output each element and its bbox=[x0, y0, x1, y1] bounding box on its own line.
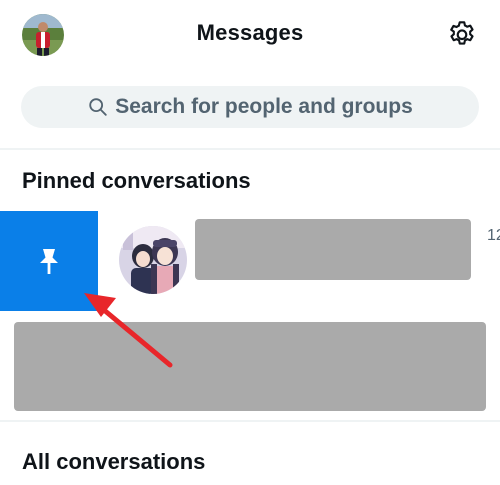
settings-button[interactable] bbox=[446, 19, 478, 51]
pin-icon bbox=[40, 249, 58, 274]
redacted-conversation-preview bbox=[14, 322, 486, 411]
search-input[interactable]: Search for people and groups bbox=[21, 86, 479, 128]
gear-icon bbox=[450, 21, 474, 45]
redacted-conversation-name bbox=[195, 219, 471, 280]
pin-conversation-button[interactable] bbox=[0, 211, 98, 311]
conversation-timestamp: 12 bbox=[487, 227, 500, 244]
section-divider bbox=[0, 420, 500, 422]
search-icon bbox=[89, 98, 107, 116]
page-title: Messages bbox=[196, 20, 304, 45]
anime-avatar-image bbox=[119, 226, 187, 294]
conversation-avatar[interactable] bbox=[119, 226, 187, 294]
all-conversations-heading: All conversations bbox=[22, 449, 206, 474]
pinned-conversations-heading: Pinned conversations bbox=[22, 168, 251, 193]
section-divider bbox=[0, 148, 500, 150]
search-placeholder: Search for people and groups bbox=[115, 95, 413, 118]
